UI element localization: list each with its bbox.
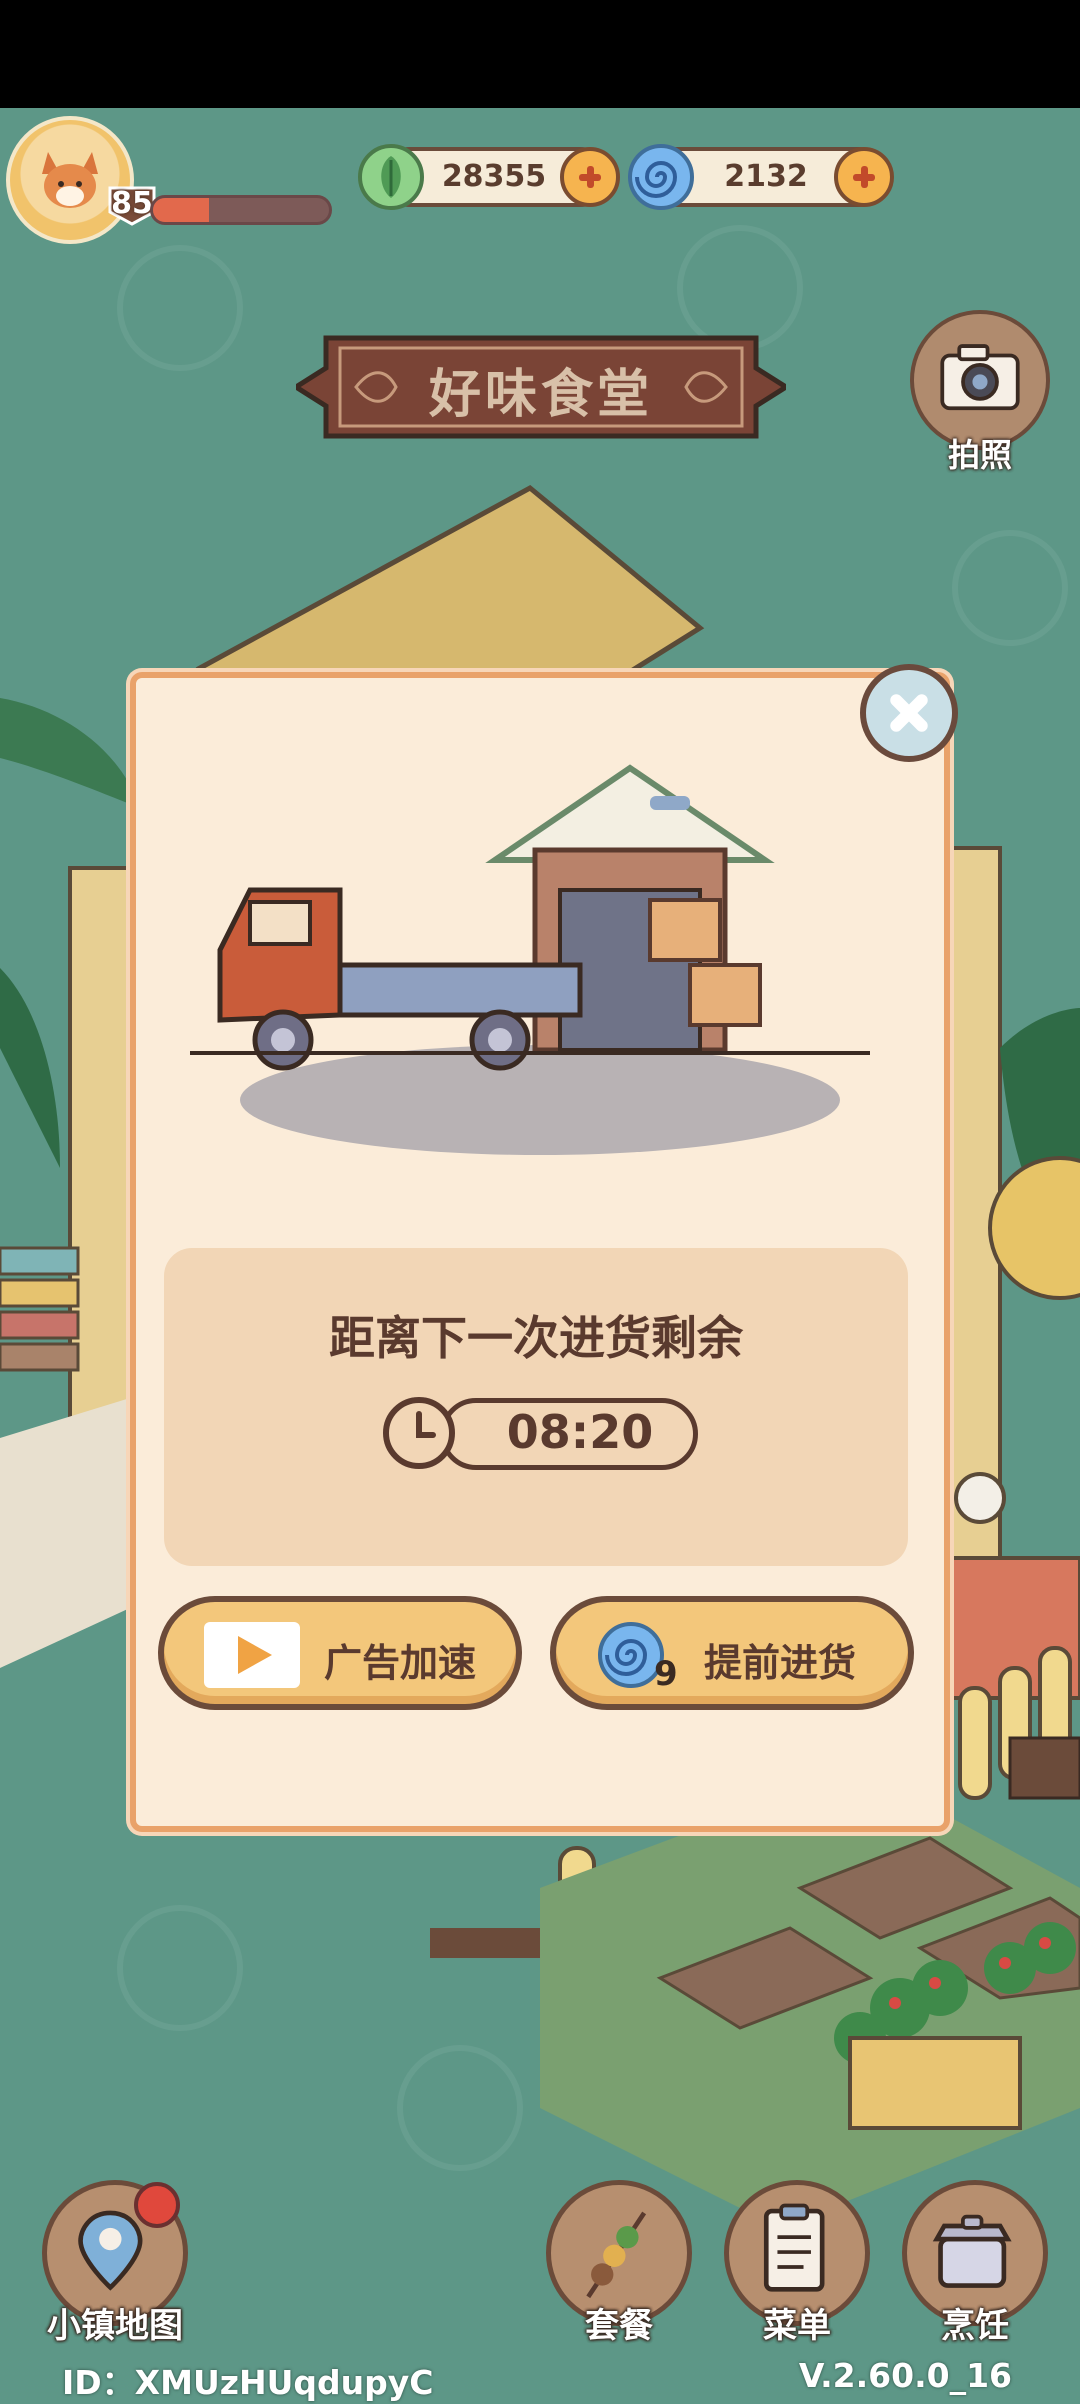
ad-speedup-label: 广告加速	[324, 1641, 477, 1685]
xp-bar-fill	[153, 198, 210, 222]
xp-bar	[150, 195, 332, 225]
swirl-gem-icon	[628, 144, 694, 210]
delivery-truck-warehouse-illustration	[190, 764, 870, 1155]
notification-dot	[134, 2182, 180, 2228]
ad-speedup-button[interactable]: 广告加速	[158, 1596, 522, 1710]
add-leaf-coin-button[interactable]	[560, 147, 620, 207]
countdown-time: 08:20	[506, 1405, 654, 1459]
restock-cost: 9	[654, 1654, 678, 1694]
menu-label: 菜单	[763, 2306, 831, 2346]
camera-icon	[940, 344, 1020, 411]
camera-button[interactable]	[910, 310, 1050, 450]
fox-icon	[42, 152, 98, 208]
close-button[interactable]	[860, 664, 958, 762]
countdown-title: 距离下一次进货剩余	[329, 1311, 743, 1365]
status-bar	[0, 0, 1080, 108]
camera-label: 拍照	[947, 436, 1012, 474]
play-video-icon	[204, 1622, 300, 1688]
leaf-coin-icon	[358, 144, 424, 210]
add-swirl-gem-button[interactable]	[834, 147, 894, 207]
restock-early-label: 提前进货	[704, 1641, 857, 1685]
player-id: ID：XMUzHUqdupyC	[62, 2363, 434, 2402]
app-version: V.2.60.0_16	[798, 2356, 1012, 2395]
clock-icon	[383, 1397, 455, 1469]
town-map-label: 小镇地图	[47, 2306, 183, 2346]
restock-early-button[interactable]: 9 提前进货	[550, 1596, 914, 1710]
swirl-gem-value: 2132	[724, 159, 808, 194]
leaf-coin-value: 28355	[441, 159, 547, 194]
cooking-label: 烹饪	[941, 2306, 1009, 2346]
combo-label: 套餐	[585, 2306, 653, 2346]
restaurant-name: 好味食堂	[428, 365, 653, 425]
